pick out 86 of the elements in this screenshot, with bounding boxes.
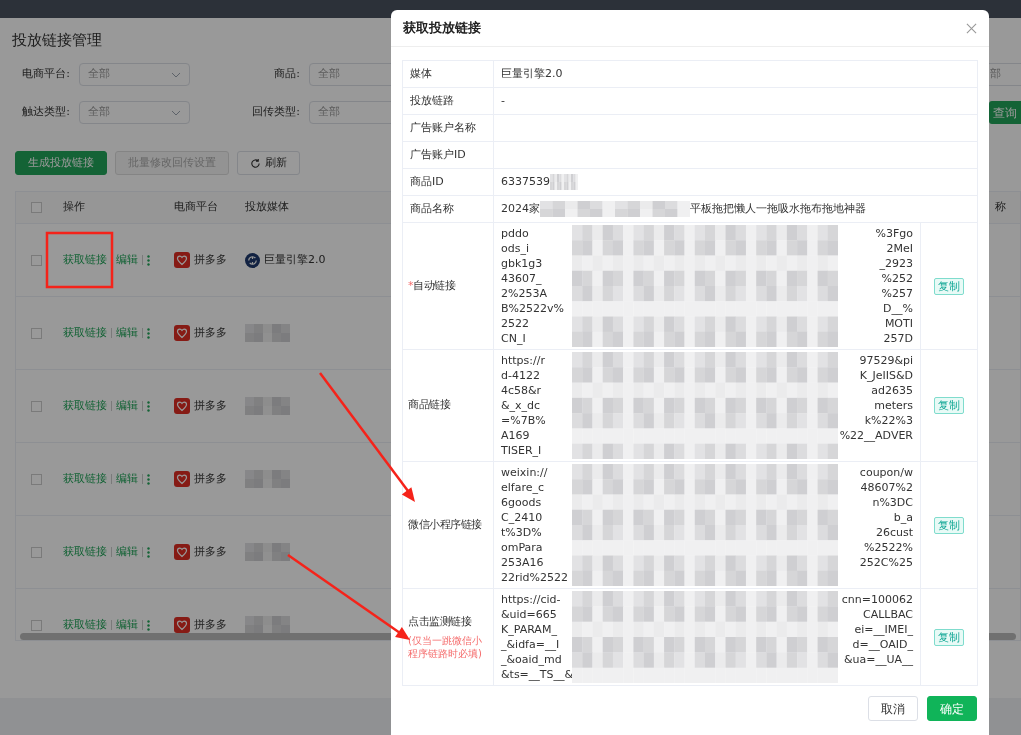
field-label: 媒体	[410, 65, 432, 82]
link-text: t%3D%	[501, 525, 542, 540]
link-text: _2923	[879, 256, 913, 271]
link-text: &_x_dc	[501, 398, 541, 413]
field-value: 2024家	[501, 200, 540, 217]
link-text: https://cid-	[501, 592, 561, 607]
link-text: b_a	[893, 510, 913, 525]
link-text: K_JeIIS&D	[859, 368, 913, 383]
link-text: _&oaid_md	[501, 652, 562, 667]
field-value: -	[501, 92, 505, 109]
platform-name: 拼多多	[194, 470, 227, 487]
link-text: cnn=100062	[841, 592, 913, 607]
filter-label: 电商平台:	[21, 66, 70, 83]
filter-label: 商品:	[273, 66, 300, 83]
platform-name: 拼多多	[194, 397, 227, 414]
link-text: 257D	[883, 331, 913, 346]
column-header: 投放媒体	[245, 199, 290, 216]
link-text: CALLBAC	[862, 607, 913, 622]
link-text: MOTI	[884, 316, 913, 331]
link-text: B%2522v%	[501, 301, 564, 316]
link-text: d=__OAID_	[852, 637, 913, 652]
link-text: 26cust	[875, 525, 913, 540]
field-label: 商品ID	[410, 173, 444, 190]
link-text: 2MeI	[886, 241, 913, 256]
link-text: &uid=665	[501, 607, 557, 622]
column-header: 称	[995, 199, 1006, 216]
link-text: ods_i	[501, 241, 529, 256]
link-text: %252	[881, 271, 913, 286]
link-text: &ua=__UA__	[843, 652, 913, 667]
field-label: *自动链接	[408, 277, 457, 294]
field-note: (仅当一跳微信小程序链路时必填)	[408, 633, 483, 660]
field-value: 平板拖把懒人一拖吸水拖布拖地神器	[690, 200, 866, 217]
link-text: 252C%25	[859, 555, 913, 570]
link-text: n%3DC	[872, 495, 913, 510]
link-text: A169	[501, 428, 530, 443]
link-text: 97529&pi	[859, 353, 913, 368]
link-text: CN_I	[501, 331, 526, 346]
link-text: 48607%2	[860, 480, 913, 495]
link-text: 2522	[501, 316, 529, 331]
link-text: gbk1g3	[501, 256, 543, 271]
link-text: &ts=__TS__&	[501, 667, 574, 682]
link-text: 2%253A	[501, 286, 547, 301]
link-text: ei=__IMEI_	[854, 622, 913, 637]
field-label: 商品名称	[410, 200, 454, 217]
filter-label: 触达类型:	[21, 104, 70, 121]
link-text: https://r	[501, 353, 545, 368]
field-label: 点击监测链接	[408, 614, 473, 631]
filter-label: 回传类型:	[251, 104, 300, 121]
field-label: 微信小程序链接	[408, 516, 483, 533]
field-label: 商品链接	[408, 397, 452, 414]
link-text: d-4122	[501, 368, 540, 383]
link-text: %257	[881, 286, 913, 301]
link-text: ad2635	[871, 383, 913, 398]
link-text: %3Fgo	[875, 226, 913, 241]
link-text: omPara	[501, 540, 543, 555]
link-text: =%7B%	[501, 413, 546, 428]
media-name: 巨量引擎2.0	[264, 251, 326, 268]
link-text: weixin://	[501, 465, 548, 480]
platform-name: 拼多多	[194, 543, 227, 560]
link-text: 4c58&r	[501, 383, 542, 398]
field-value: 巨量引擎2.0	[501, 65, 563, 82]
link-text: k%22%3	[864, 413, 913, 428]
link-text: 43607_	[501, 271, 542, 286]
dialog-title: 获取投放链接	[403, 19, 481, 38]
column-header: 电商平台	[174, 199, 219, 216]
page-title: 投放链接管理	[11, 30, 103, 50]
link-text: C_2410	[501, 510, 543, 525]
link-text: TISER_I	[501, 443, 542, 458]
link-text: 6goods	[501, 495, 542, 510]
field-label: 广告账户ID	[410, 146, 466, 163]
link-text: %22__ADVER	[839, 428, 913, 443]
link-text: 253A16	[501, 555, 544, 570]
platform-name: 拼多多	[194, 251, 227, 268]
link-text: pddo	[501, 226, 529, 241]
link-text: K_PARAM_	[501, 622, 557, 637]
platform-name: 拼多多	[194, 616, 227, 633]
field-value: 6337539	[501, 173, 550, 190]
link-text: D__%	[883, 301, 913, 316]
link-text: meters	[874, 398, 913, 413]
column-header: 操作	[62, 199, 86, 216]
link-text: %2522%	[864, 540, 913, 555]
platform-name: 拼多多	[194, 324, 227, 341]
link-text: 22rid%2522	[501, 570, 568, 585]
link-text: coupon/w	[859, 465, 913, 480]
link-text: _&idfa=__I	[501, 637, 560, 652]
link-text: elfare_c	[501, 480, 545, 495]
